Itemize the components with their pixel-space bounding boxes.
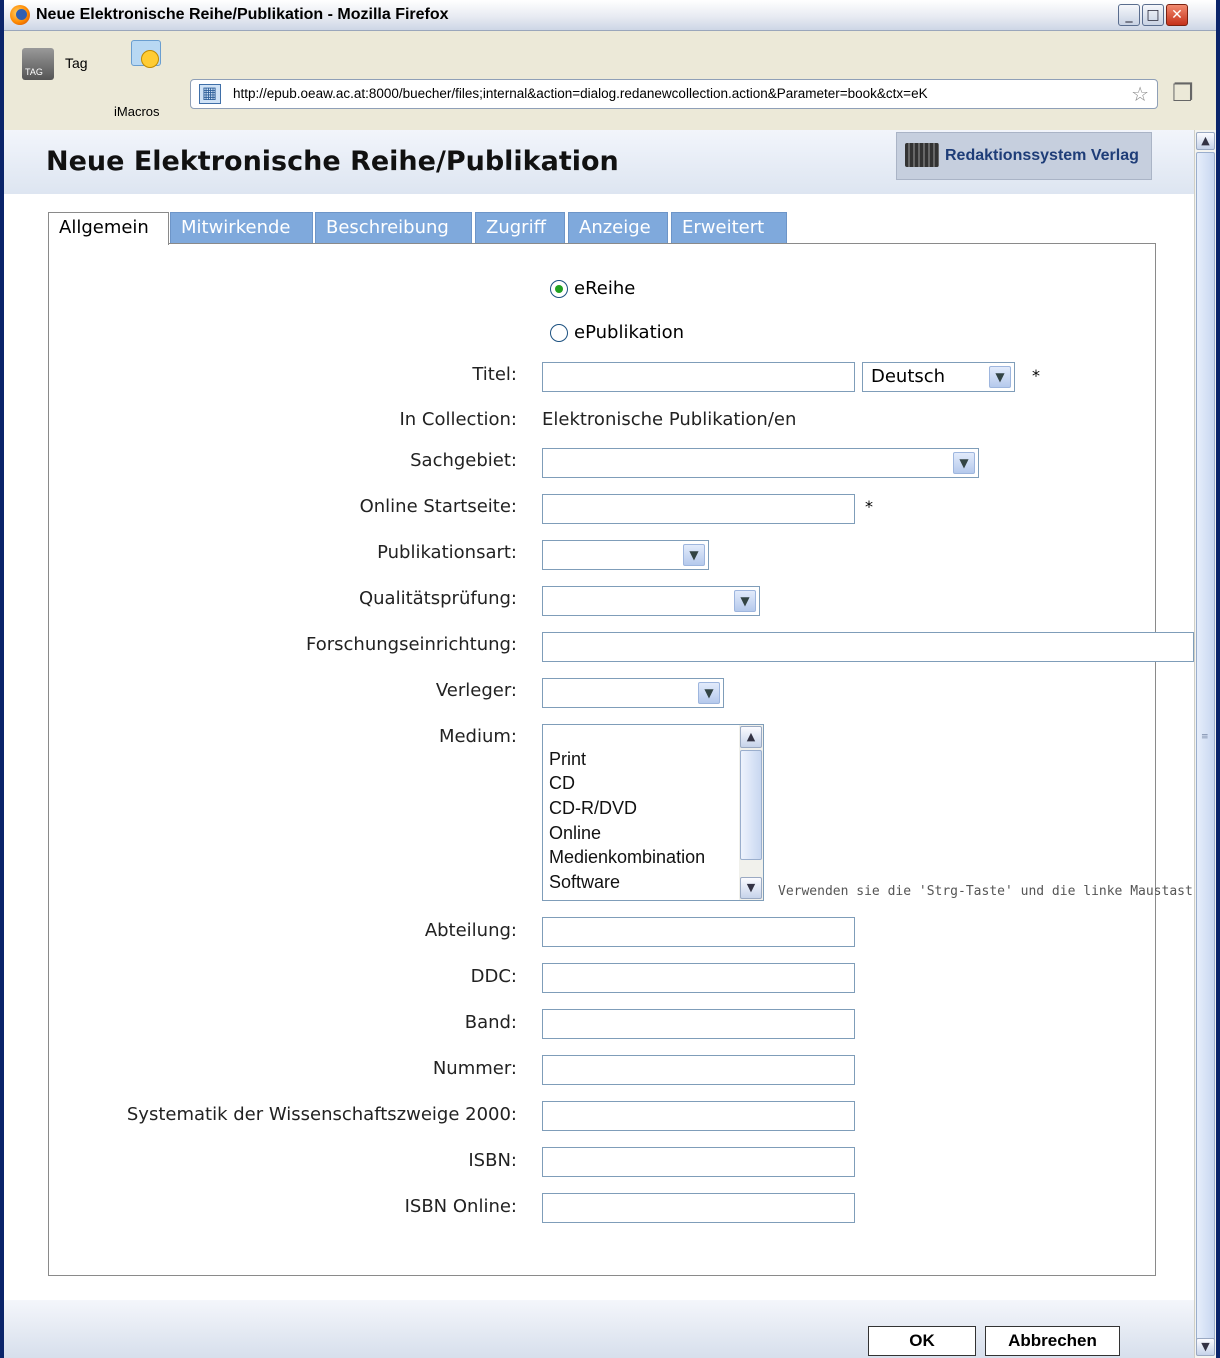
- medium-option[interactable]: Print: [549, 749, 586, 770]
- medium-option[interactable]: Online: [549, 823, 601, 844]
- medium-scrollbar[interactable]: ▲ ▼: [739, 725, 763, 900]
- ok-button[interactable]: OK: [868, 1326, 976, 1356]
- nummer-label: Nummer:: [432, 1058, 517, 1079]
- medium-option[interactable]: CD: [549, 773, 575, 794]
- imacros-icon[interactable]: [125, 34, 163, 68]
- radio-epublikation-label[interactable]: ePublikation: [574, 322, 684, 343]
- startseite-input[interactable]: [542, 494, 855, 524]
- sachgebiet-select[interactable]: ▼: [542, 448, 979, 478]
- abteilung-label: Abteilung:: [424, 920, 517, 941]
- required-marker: *: [865, 497, 873, 516]
- dialog-header: Neue Elektronische Reihe/Publikation Red…: [4, 130, 1194, 194]
- titel-input[interactable]: [542, 362, 855, 392]
- radio-ereihe[interactable]: [550, 280, 568, 298]
- brand-label: Redaktionssystem Verlag: [945, 147, 1139, 164]
- chevron-down-icon[interactable]: ▼: [683, 544, 705, 566]
- brand-badge: Redaktionssystem Verlag: [896, 132, 1152, 180]
- chevron-down-icon[interactable]: ▼: [953, 452, 975, 474]
- medium-listbox[interactable]: Print CD CD-R/DVD Online Medienkombinati…: [542, 724, 764, 901]
- tab-allgemein[interactable]: Allgemein: [48, 212, 169, 245]
- minimize-button[interactable]: _: [1118, 4, 1140, 26]
- tab-beschreibung[interactable]: Beschreibung: [315, 212, 472, 244]
- scroll-down-button[interactable]: ▼: [740, 877, 762, 899]
- title-bar: Neue Elektronische Reihe/Publikation - M…: [4, 0, 1216, 31]
- radio-epublikation[interactable]: [550, 324, 568, 342]
- chevron-down-icon[interactable]: ▼: [698, 682, 720, 704]
- window-title: Neue Elektronische Reihe/Publikation - M…: [36, 6, 449, 23]
- ddc-input[interactable]: [542, 963, 855, 993]
- tag-button-label[interactable]: Tag: [65, 55, 88, 71]
- forschung-label: Forschungseinrichtung:: [306, 634, 517, 655]
- site-identity-icon[interactable]: [199, 83, 221, 104]
- isbn-online-input[interactable]: [542, 1193, 855, 1223]
- verleger-select[interactable]: ▼: [542, 678, 724, 708]
- imacros-button-label[interactable]: iMacros: [114, 104, 160, 119]
- bookmark-star-icon[interactable]: ☆: [1131, 82, 1149, 106]
- isbn-input[interactable]: [542, 1147, 855, 1177]
- dialog-title: Neue Elektronische Reihe/Publikation: [46, 146, 619, 177]
- address-bar[interactable]: http://epub.oeaw.ac.at:8000/buecher/file…: [190, 79, 1158, 109]
- required-marker: *: [1032, 366, 1040, 385]
- scroll-thumb[interactable]: [740, 750, 762, 860]
- radio-ereihe-label[interactable]: eReihe: [574, 278, 635, 299]
- isbn-online-label: ISBN Online:: [404, 1196, 517, 1217]
- tab-erweitert[interactable]: Erweitert: [671, 212, 787, 244]
- close-window-button[interactable]: ✕: [1166, 4, 1188, 26]
- qualitaet-label: Qualitätsprüfung:: [358, 588, 517, 609]
- keyboard-logo-icon: [905, 143, 939, 167]
- collection-value: Elektronische Publikation/en: [542, 409, 797, 430]
- vertical-scrollbar[interactable]: ▲ ≡ ▼: [1194, 130, 1216, 1358]
- medium-hint: Verwenden sie die 'Strg-Taste' und die l…: [778, 884, 1192, 899]
- maximize-button[interactable]: □: [1142, 4, 1164, 26]
- isbn-label: ISBN:: [468, 1150, 517, 1171]
- scroll-up-button[interactable]: ▲: [740, 726, 762, 748]
- collection-label: In Collection:: [399, 409, 517, 430]
- tag-icon[interactable]: [22, 48, 54, 80]
- publikationsart-label: Publikationsart:: [377, 542, 517, 563]
- address-url[interactable]: http://epub.oeaw.ac.at:8000/buecher/file…: [233, 86, 1113, 101]
- scroll-grip-icon: ≡: [1201, 732, 1209, 742]
- systematik-label: Systematik der Wissenschaftszweige 2000:: [126, 1104, 517, 1125]
- browser-window: Neue Elektronische Reihe/Publikation - M…: [0, 0, 1220, 1358]
- abteilung-input[interactable]: [542, 917, 855, 947]
- startseite-label: Online Startseite:: [359, 496, 517, 517]
- nummer-input[interactable]: [542, 1055, 855, 1085]
- medium-label: Medium:: [438, 726, 517, 747]
- scroll-thumb[interactable]: [1196, 152, 1215, 1352]
- new-window-icon[interactable]: ❐: [1172, 79, 1202, 109]
- tab-zugriff[interactable]: Zugriff: [475, 212, 565, 244]
- systematik-input[interactable]: [542, 1101, 855, 1131]
- band-input[interactable]: [542, 1009, 855, 1039]
- scroll-down-button[interactable]: ▼: [1196, 1338, 1215, 1356]
- medium-option[interactable]: Software: [549, 872, 620, 893]
- medium-option[interactable]: CD-R/DVD: [549, 798, 637, 819]
- firefox-logo-icon: [10, 5, 30, 25]
- titel-language-value: Deutsch: [871, 366, 946, 387]
- medium-option[interactable]: Medienkombination: [549, 847, 705, 868]
- cancel-button[interactable]: Abbrechen: [985, 1326, 1120, 1356]
- band-label: Band:: [464, 1012, 517, 1033]
- tab-mitwirkende[interactable]: Mitwirkende: [170, 212, 313, 244]
- verleger-label: Verleger:: [435, 680, 517, 701]
- sachgebiet-label: Sachgebiet:: [410, 450, 517, 471]
- titel-label: Titel:: [472, 364, 517, 385]
- chevron-down-icon[interactable]: ▼: [734, 590, 756, 612]
- tab-anzeige[interactable]: Anzeige: [568, 212, 668, 244]
- scroll-up-button[interactable]: ▲: [1196, 132, 1215, 150]
- qualitaet-select[interactable]: ▼: [542, 586, 760, 616]
- ddc-label: DDC:: [470, 966, 517, 987]
- chevron-down-icon[interactable]: ▼: [989, 366, 1011, 388]
- publikationsart-select[interactable]: ▼: [542, 540, 709, 570]
- forschung-input[interactable]: [542, 632, 1194, 662]
- titel-language-select[interactable]: Deutsch ▼: [862, 362, 1015, 392]
